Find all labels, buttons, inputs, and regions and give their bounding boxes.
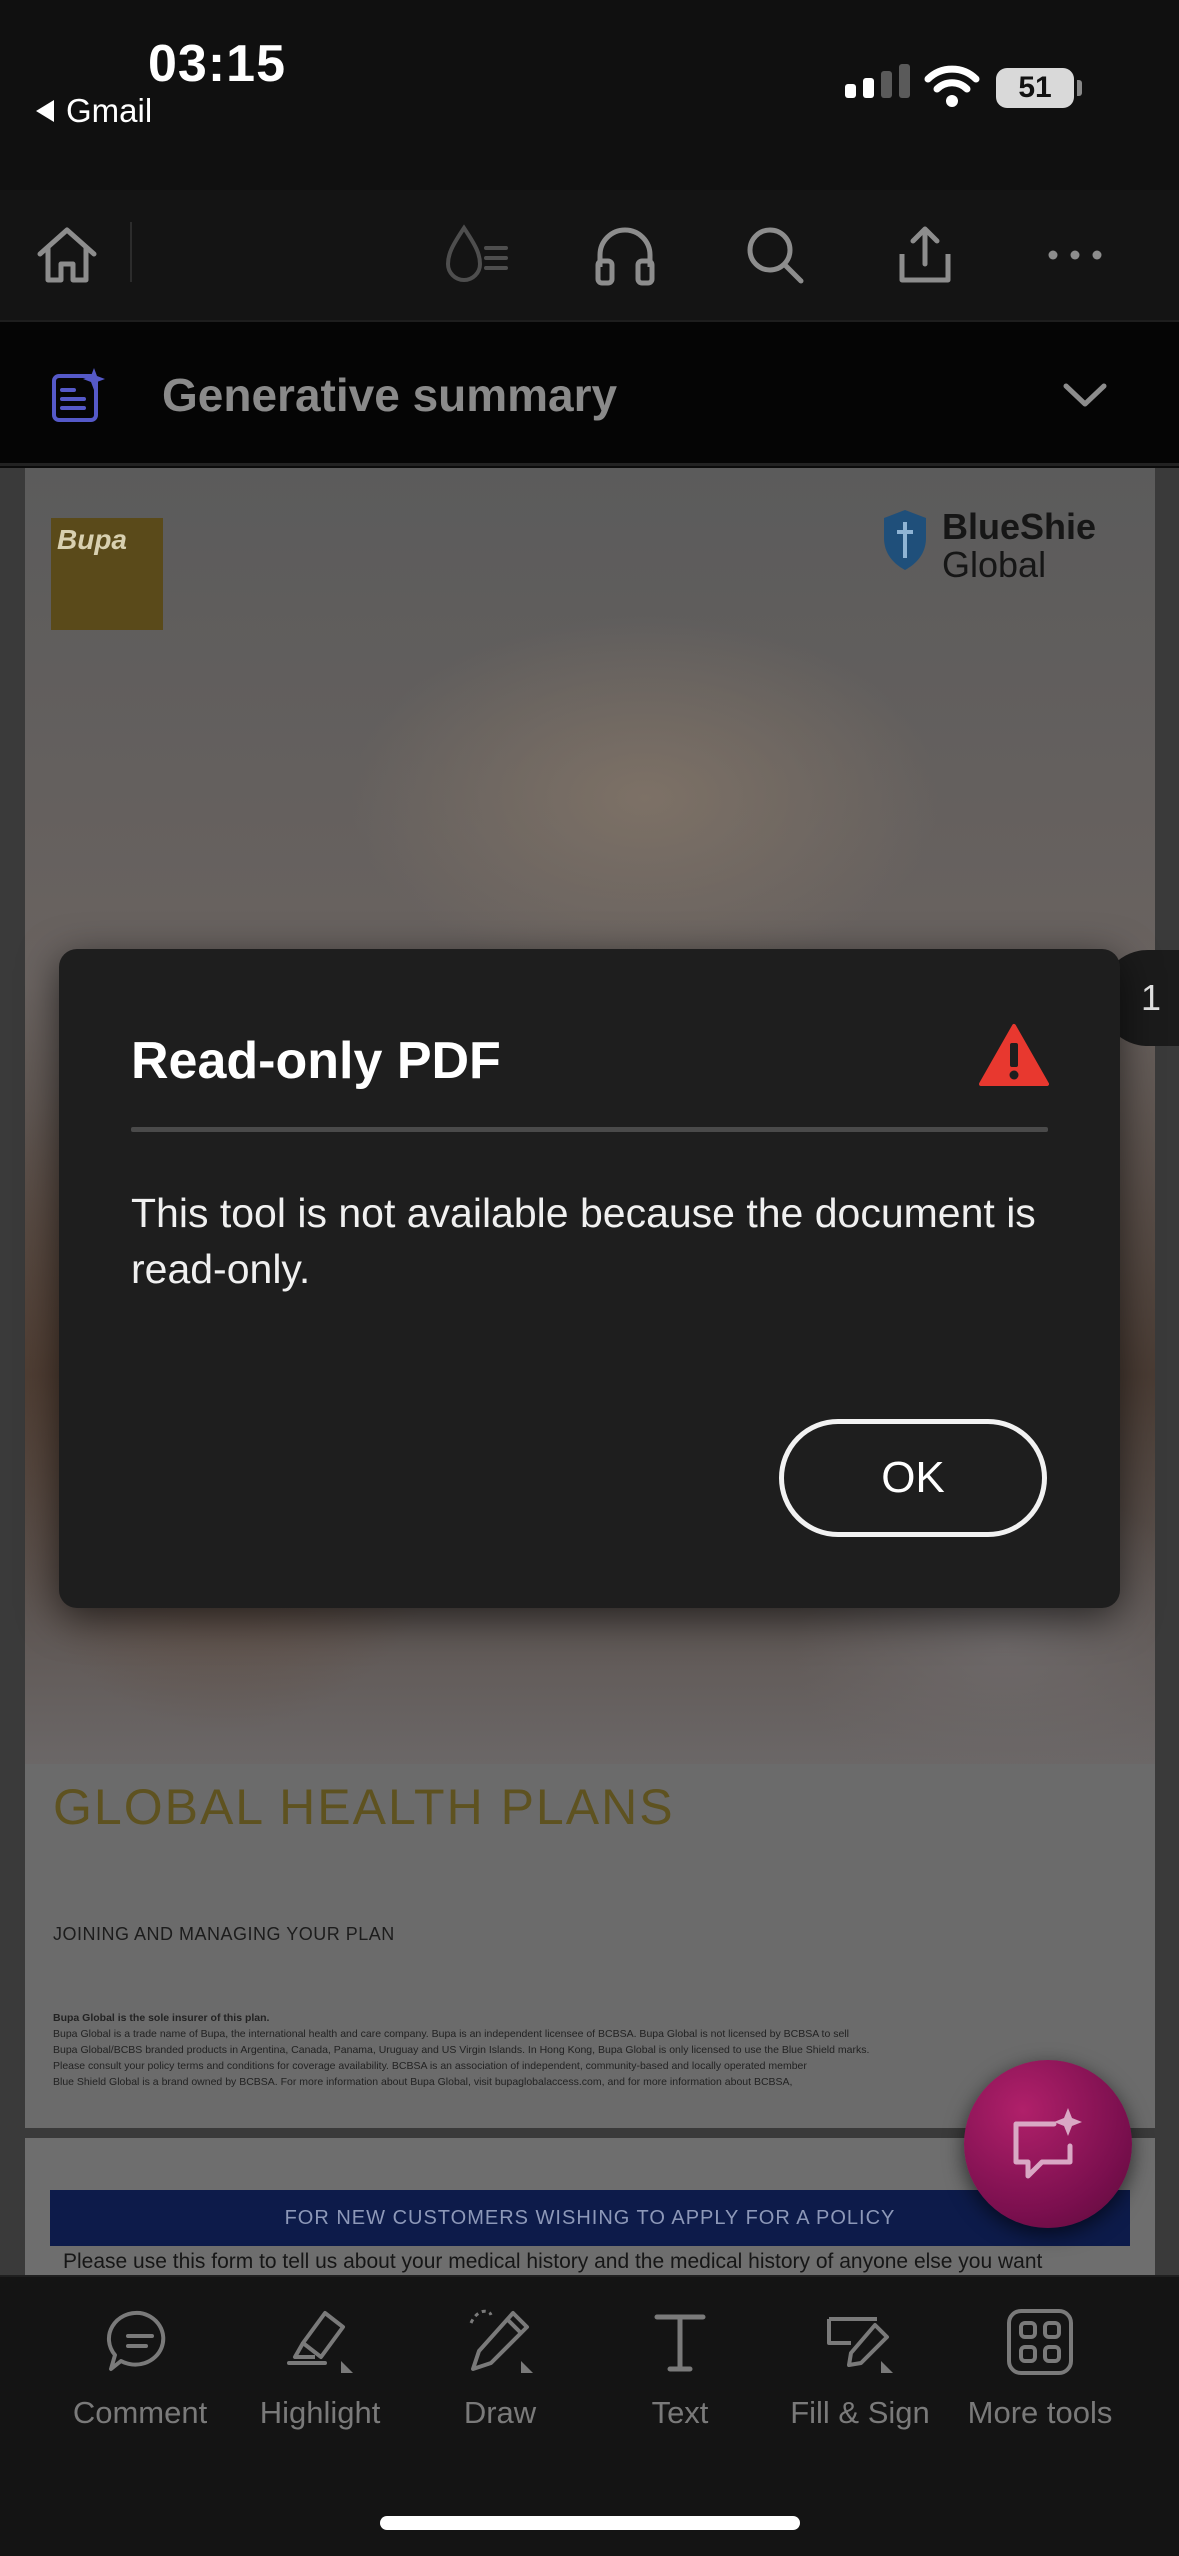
search-button[interactable] (730, 210, 820, 300)
document-title: GLOBAL HEALTH PLANS (53, 1779, 675, 1835)
more-options-button[interactable] (1030, 210, 1120, 300)
page2-text: Please use this form to tell us about yo… (63, 2250, 1043, 2273)
home-indicator[interactable] (380, 2516, 800, 2530)
read-only-dialog: Read-only PDF This tool is not available… (59, 949, 1120, 1608)
ai-assistant-icon (1013, 2108, 1082, 2179)
home-icon (37, 227, 97, 283)
ok-button[interactable]: OK (779, 1419, 1047, 1537)
battery-icon: 51 (996, 68, 1074, 108)
text-icon (654, 2314, 706, 2372)
ai-assistant-button[interactable] (964, 2060, 1132, 2228)
tool-more-tools[interactable]: More tools (950, 2303, 1130, 2431)
home-button[interactable] (22, 210, 112, 300)
comment-icon (106, 2310, 166, 2371)
back-app-label: Gmail (66, 92, 153, 129)
fine-print-line: Blue Shield Global is a brand owned by B… (53, 2076, 793, 2088)
page2-header: FOR NEW CUSTOMERS WISHING TO APPLY FOR A… (50, 2190, 1130, 2246)
draw-icon (469, 2309, 533, 2373)
back-triangle-icon (36, 100, 54, 122)
more-tools-icon (1007, 2309, 1073, 2375)
listen-button[interactable] (580, 210, 670, 300)
wifi-icon (924, 65, 980, 107)
dialog-divider (131, 1127, 1048, 1132)
more-icon (1048, 250, 1102, 260)
fine-print-line: Bupa Global is a trade name of Bupa, the… (53, 2028, 849, 2040)
headphones-icon (595, 227, 655, 286)
tool-label: Comment (72, 2395, 208, 2430)
fill-sign-icon (827, 2317, 893, 2373)
generative-summary-icon (52, 368, 105, 422)
fine-print: Bupa Global is the sole insurer of this … (53, 2010, 1123, 2090)
tool-draw[interactable]: Draw (410, 2303, 590, 2431)
clock: 03:15 (148, 35, 286, 93)
dialog-message: This tool is not available because the d… (131, 1190, 1036, 1292)
tool-text[interactable]: Text (590, 2303, 770, 2431)
search-icon (747, 227, 804, 284)
fine-print-bold: Bupa Global is the sole insurer of this … (53, 2012, 270, 2024)
back-to-app-button[interactable]: Gmail (36, 92, 152, 130)
generative-summary-label: Generative summary (162, 369, 618, 421)
tool-label: Draw (463, 2395, 537, 2430)
document-subtitle: JOINING AND MANAGING YOUR PLAN (53, 1924, 395, 1944)
fine-print-line: Please consult your policy terms and con… (53, 2060, 807, 2072)
tool-highlight[interactable]: Highlight (230, 2303, 410, 2431)
cellular-signal-icon (845, 64, 910, 98)
toolbar-divider (130, 222, 132, 282)
blueshield-global-logo: BlueShie Global (880, 508, 1096, 584)
brand-right-line1: BlueShie (942, 506, 1097, 547)
highlight-icon (287, 2311, 353, 2373)
chevron-down-icon[interactable] (1060, 374, 1110, 414)
battery-nub (1077, 80, 1082, 96)
tool-label: More tools (967, 2395, 1113, 2430)
read-aloud-icon (445, 224, 508, 282)
tool-label: Text (651, 2395, 709, 2430)
share-button[interactable] (880, 210, 970, 300)
fine-print-line: Bupa Global/BCBS branded products in Arg… (53, 2044, 870, 2056)
read-aloud-button[interactable] (432, 210, 522, 300)
tool-fill-sign[interactable]: Fill & Sign (770, 2303, 950, 2431)
bupa-logo: Bupa (51, 518, 163, 630)
warning-icon (979, 1024, 1049, 1086)
share-icon (899, 226, 951, 283)
app-toolbar (0, 190, 1179, 320)
generative-summary-bar[interactable]: Generative summary (0, 320, 1179, 466)
dialog-title: Read-only PDF (131, 1032, 501, 1090)
status-bar: 03:15 Gmail 51 (0, 0, 1179, 190)
blue-shield-icon (884, 510, 926, 570)
tool-comment[interactable]: Comment (50, 2303, 230, 2431)
brand-right-line2: Global (942, 544, 1047, 585)
tool-label: Fill & Sign (790, 2395, 930, 2430)
tool-label: Highlight (259, 2395, 381, 2430)
bottom-tool-bar: Comment Highlight Draw Text Fill & Sign … (0, 2275, 1179, 2556)
